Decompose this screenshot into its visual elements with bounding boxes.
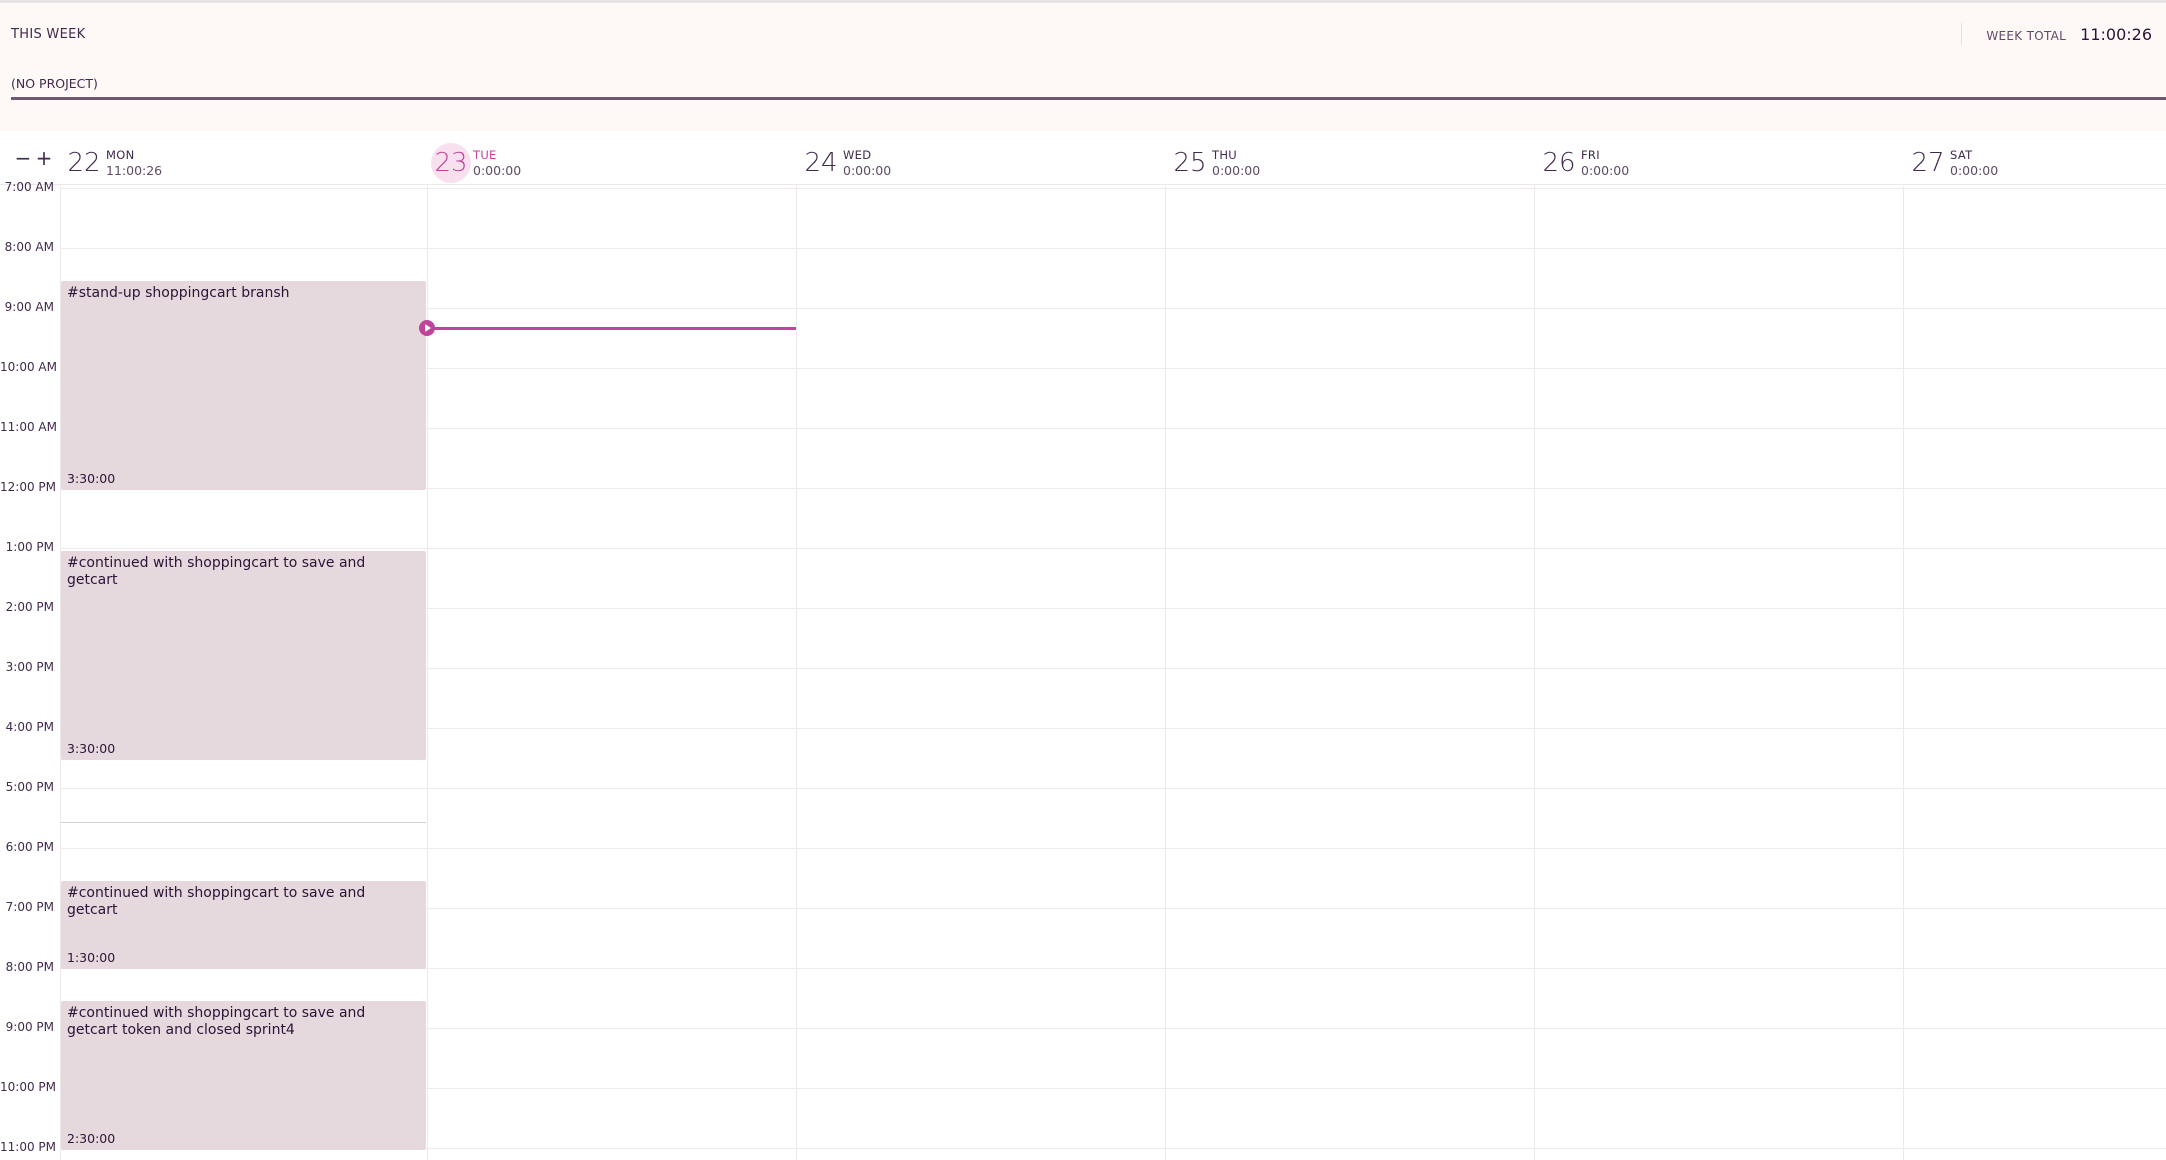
column-divider <box>1165 186 1166 1160</box>
time-label: 9:00 PM <box>5 1020 54 1034</box>
entry-duration: 1:30:00 <box>67 950 116 965</box>
day-duration: 0:00:00 <box>1950 163 1999 178</box>
day-header-wed[interactable]: 24 WED 0:00:00 <box>801 145 891 181</box>
day-name: FRI <box>1581 148 1600 162</box>
column-divider <box>1534 186 1535 1160</box>
day-name: MON <box>106 148 135 162</box>
zoom-out-button[interactable]: − <box>14 146 32 170</box>
day-duration: 0:00:00 <box>1212 163 1261 178</box>
divider <box>61 822 426 823</box>
time-label: 5:00 PM <box>5 780 54 794</box>
time-label: 6:00 PM <box>5 840 54 854</box>
day-header-sat[interactable]: 27 SAT 0:00:00 <box>1908 145 1998 181</box>
time-label: 4:00 PM <box>5 720 54 734</box>
week-total-value: 11:00:26 <box>2080 25 2152 44</box>
day-header-thu[interactable]: 25 THU 0:00:00 <box>1170 145 1260 181</box>
day-number: 23 <box>431 143 471 183</box>
day-name: WED <box>843 148 872 162</box>
time-label: 2:00 PM <box>5 600 54 614</box>
time-label: 7:00 PM <box>5 900 54 914</box>
time-label: 12:00 PM <box>0 480 56 494</box>
day-duration: 0:00:00 <box>1581 163 1630 178</box>
time-entry[interactable]: #continued with shoppingcart to save and… <box>61 1001 426 1150</box>
hour-line <box>60 188 2166 189</box>
day-name: TUE <box>473 148 497 162</box>
period-label: THIS WEEK <box>11 27 86 42</box>
day-number: 26 <box>1542 148 1576 178</box>
time-label: 8:00 PM <box>5 960 54 974</box>
day-duration: 0:00:00 <box>843 163 892 178</box>
time-label: 11:00 AM <box>0 420 57 434</box>
week-summary: THIS WEEK WEEK TOTAL 11:00:26 (NO PROJEC… <box>0 0 2166 131</box>
play-icon[interactable] <box>419 320 435 336</box>
divider <box>1961 23 1962 45</box>
day-number: 24 <box>804 148 838 178</box>
current-time-line <box>427 327 796 330</box>
hour-line <box>60 248 2166 249</box>
entry-description: #continued with shoppingcart to save and… <box>67 1005 366 1038</box>
project-label[interactable]: (NO PROJECT) <box>11 76 98 91</box>
entry-duration: 3:30:00 <box>67 741 116 756</box>
zoom-in-button[interactable]: + <box>35 146 53 170</box>
week-total-label: WEEK TOTAL <box>1986 29 2067 43</box>
calendar-grid[interactable]: 7:00 AM 8:00 AM 9:00 AM 10:00 AM 11:00 A… <box>0 180 2166 1160</box>
time-label: 8:00 AM <box>4 240 54 254</box>
time-label: 7:00 AM <box>4 180 54 194</box>
time-label: 11:00 PM <box>0 1140 56 1154</box>
day-header-fri[interactable]: 26 FRI 0:00:00 <box>1539 145 1629 181</box>
time-entry[interactable]: #continued with shoppingcart to save and… <box>61 881 426 969</box>
entry-description: #continued with shoppingcart to save and… <box>67 885 366 918</box>
project-bar[interactable] <box>11 97 2166 100</box>
day-number: 25 <box>1173 148 1207 178</box>
time-label: 3:00 PM <box>5 660 54 674</box>
week-total: WEEK TOTAL 11:00:26 <box>1986 25 2152 44</box>
entry-duration: 2:30:00 <box>67 1131 116 1146</box>
hour-line <box>60 848 2166 849</box>
column-divider <box>1903 186 1904 1160</box>
day-name: THU <box>1212 148 1237 162</box>
entry-description: #continued with shoppingcart to save and… <box>67 555 366 588</box>
day-header <box>0 131 2166 185</box>
entry-duration: 3:30:00 <box>67 471 116 486</box>
day-header-mon[interactable]: 22 MON 11:00:26 <box>64 145 162 181</box>
time-entry[interactable]: #continued with shoppingcart to save and… <box>61 551 426 760</box>
day-number: 27 <box>1911 148 1945 178</box>
day-name: SAT <box>1950 148 1973 162</box>
time-label: 10:00 AM <box>0 360 57 374</box>
column-divider <box>796 186 797 1160</box>
entry-description: #stand-up shoppingcart bransh <box>67 285 290 301</box>
hour-line <box>60 548 2166 549</box>
time-label: 1:00 PM <box>5 540 54 554</box>
hour-line <box>60 788 2166 789</box>
day-header-tue[interactable]: 23 TUE 0:00:00 <box>431 143 522 183</box>
time-label: 10:00 PM <box>0 1080 56 1094</box>
day-duration: 0:00:00 <box>473 163 522 178</box>
time-entry[interactable]: #stand-up shoppingcart bransh 3:30:00 <box>61 281 426 490</box>
day-number: 22 <box>67 148 101 178</box>
time-label: 9:00 AM <box>4 300 54 314</box>
day-duration: 11:00:26 <box>106 163 163 178</box>
